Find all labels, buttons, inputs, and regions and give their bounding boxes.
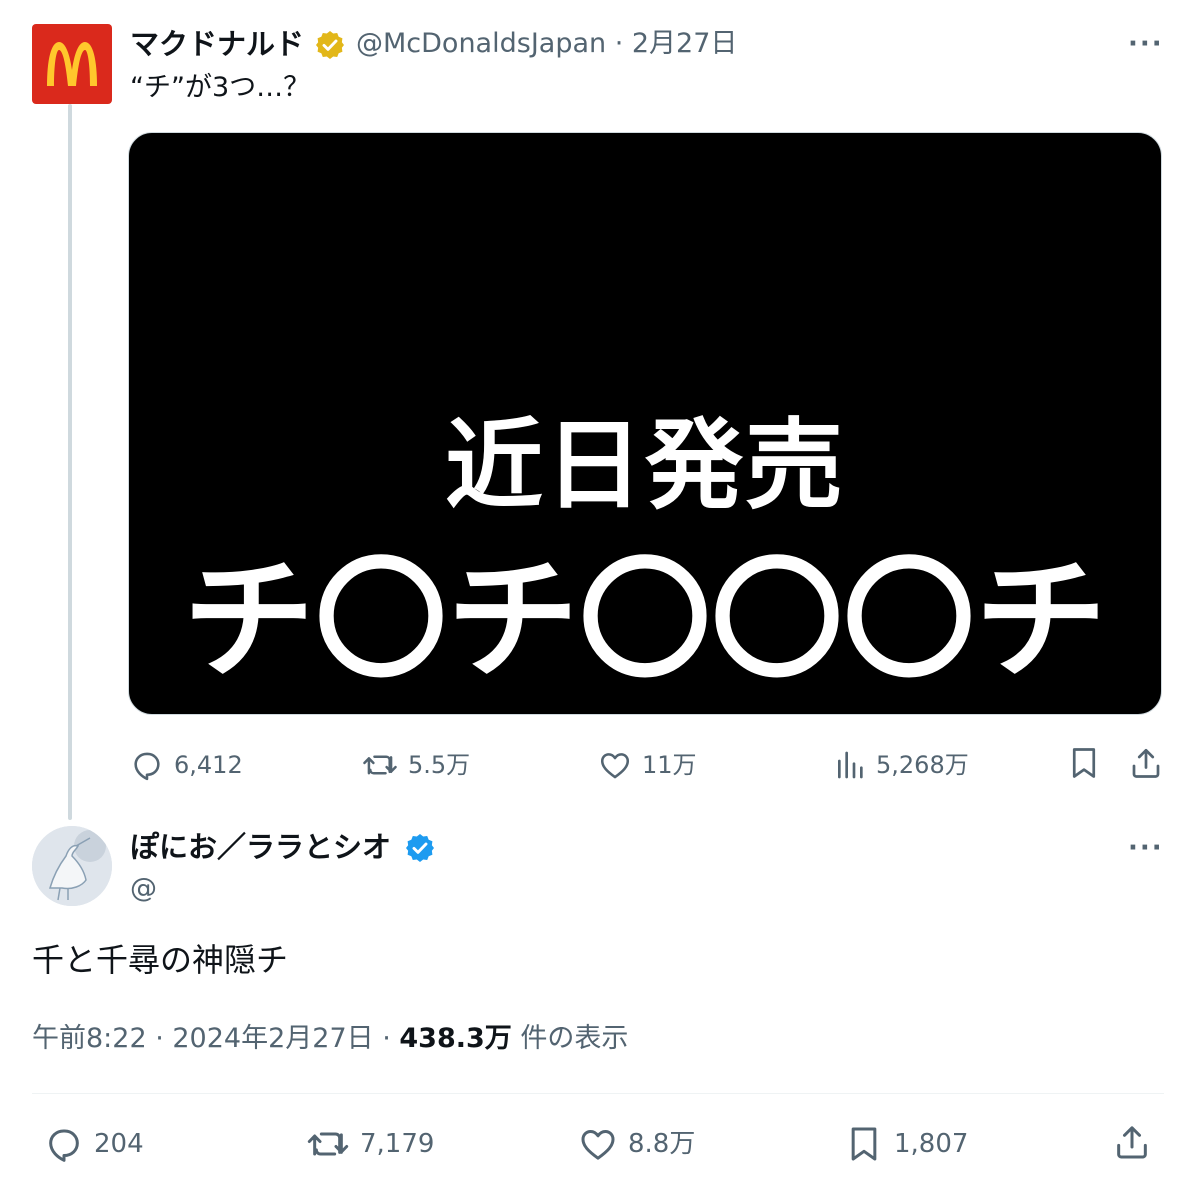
- bookmark-icon: [851, 1127, 877, 1161]
- quoted-views-button[interactable]: 5,268万: [834, 748, 969, 782]
- verified-blue-badge-icon: [406, 834, 434, 862]
- quoted-handle[interactable]: @McDonaldsJapan: [356, 28, 606, 59]
- image-text-teaser: チ〇チ〇〇〇チ: [183, 544, 1107, 698]
- bookmark-count: 1,807: [894, 1129, 969, 1159]
- main-like-button[interactable]: 8.8万: [578, 1124, 695, 1164]
- retweet-count: 5.5万: [408, 751, 471, 779]
- like-count: 8.8万: [628, 1129, 696, 1159]
- main-reply-button[interactable]: 204: [44, 1124, 144, 1164]
- quoted-handle-and-date: @McDonaldsJapan · 2月27日: [356, 25, 737, 63]
- avatar-bird-illustration: [32, 826, 112, 906]
- quoted-tweet-image[interactable]: 近日発売 チ〇チ〇〇〇チ: [128, 132, 1162, 715]
- main-bookmark-button[interactable]: 1,807: [844, 1124, 968, 1164]
- divider: [32, 1093, 1164, 1094]
- quoted-share-icon[interactable]: [1128, 745, 1164, 781]
- mcdonalds-avatar[interactable]: [32, 24, 112, 104]
- quoted-author-name[interactable]: マクドナルド: [130, 25, 304, 63]
- main-handle[interactable]: @: [130, 870, 157, 908]
- retweet-icon: [307, 1132, 349, 1156]
- retweet-count: 7,179: [360, 1129, 435, 1159]
- quoted-date[interactable]: 2月27日: [632, 28, 738, 59]
- main-more-options-icon[interactable]: ···: [1128, 835, 1164, 861]
- like-count: 11万: [642, 751, 697, 779]
- quoted-more-options-icon[interactable]: ···: [1128, 31, 1164, 57]
- retweet-icon: [363, 755, 397, 775]
- golden-arches-logo: [47, 42, 97, 86]
- tweet-timestamp-and-views: 午前8:22 · 2024年2月27日 · 438.3万 件の表示: [32, 1020, 628, 1058]
- thread-connector-line: [68, 104, 72, 820]
- views-label: 件の表示: [511, 1023, 629, 1054]
- user-avatar[interactable]: [32, 826, 112, 906]
- heart-icon: [581, 1130, 615, 1160]
- heart-icon: [600, 753, 630, 779]
- separator-dot: ·: [606, 28, 632, 59]
- reply-count: 6,412: [174, 751, 243, 779]
- main-share-icon[interactable]: [1112, 1122, 1152, 1162]
- analytics-bars-icon: [838, 751, 863, 779]
- main-retweet-button[interactable]: 7,179: [306, 1124, 434, 1164]
- image-text-headline: 近日発売: [444, 409, 845, 523]
- quoted-reply-button[interactable]: 6,412: [130, 748, 243, 782]
- verified-gold-badge-icon: [316, 31, 344, 59]
- quoted-like-button[interactable]: 11万: [598, 748, 697, 782]
- main-author-name[interactable]: ぽにお／ララとシオ: [130, 828, 391, 866]
- reply-count: 204: [94, 1129, 144, 1159]
- reply-icon: [134, 752, 160, 781]
- views-count: 5,268万: [876, 751, 969, 779]
- quoted-bookmark-icon[interactable]: [1066, 745, 1102, 781]
- quoted-tweet-text: “チ”が3つ…？: [130, 72, 311, 103]
- reply-icon: [49, 1129, 79, 1162]
- quoted-retweet-button[interactable]: 5.5万: [362, 748, 470, 782]
- main-tweet-text: 千と千尋の神隠チ: [32, 941, 289, 979]
- tweet-time[interactable]: 午前8:22 · 2024年2月27日 ·: [32, 1023, 399, 1054]
- views-total: 438.3万: [399, 1023, 512, 1054]
